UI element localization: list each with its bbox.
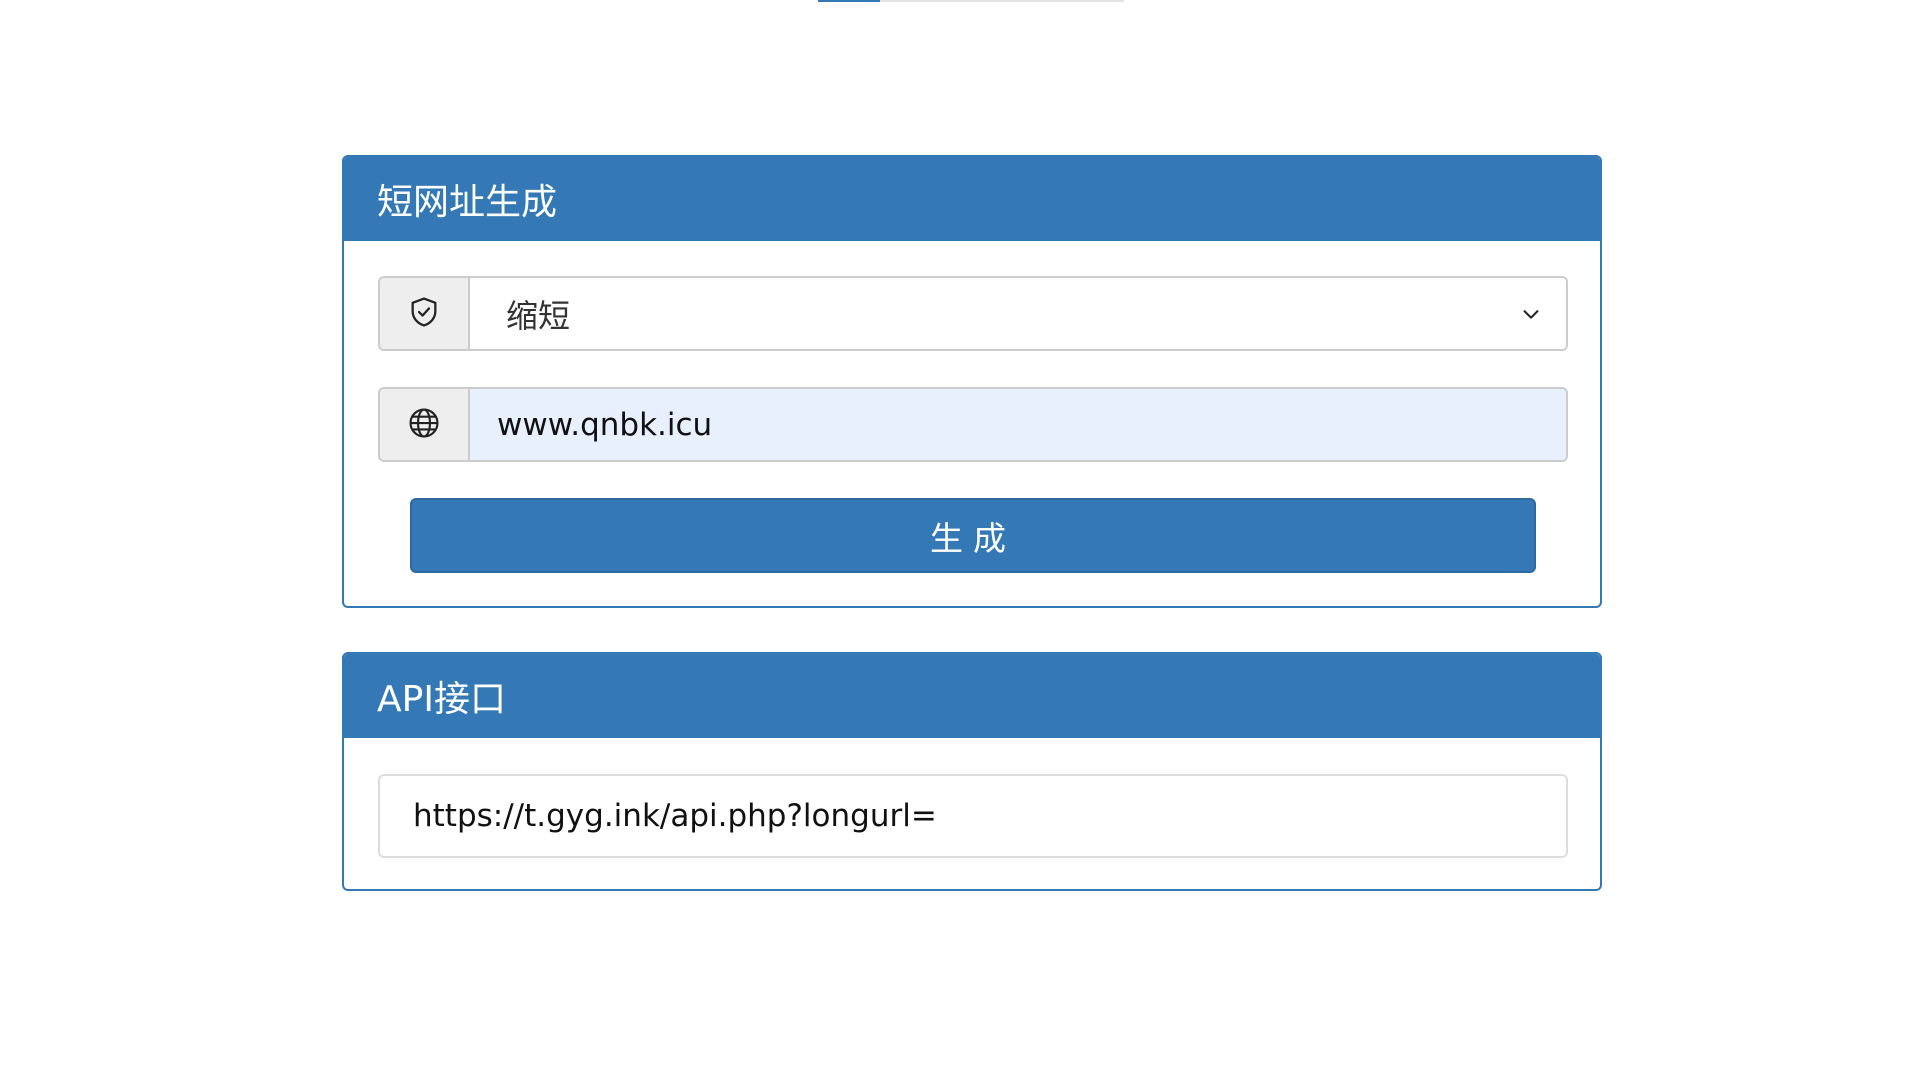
mode-select[interactable]: 缩短 — [470, 278, 1566, 349]
api-panel: API接口 https://t.gyg.ink/api.php?longurl= — [342, 652, 1602, 891]
chevron-down-icon — [1520, 295, 1542, 333]
top-progress-strip — [818, 0, 1124, 2]
shortener-panel-title: 短网址生成 — [344, 157, 1600, 241]
url-addon — [380, 389, 470, 460]
mode-select-group: 缩短 — [378, 276, 1568, 351]
globe-icon — [407, 406, 441, 444]
mode-select-value: 缩短 — [506, 296, 571, 335]
url-input-group: www.qnbk.icu — [378, 387, 1568, 462]
mode-addon — [380, 278, 470, 349]
api-panel-title: API接口 — [344, 654, 1600, 738]
generate-button[interactable]: 生成 — [410, 498, 1536, 573]
top-progress-active — [818, 0, 880, 2]
api-endpoint-field[interactable]: https://t.gyg.ink/api.php?longurl= — [378, 774, 1568, 858]
shortener-panel: 短网址生成 缩短 www.qnbk.icu 生成 — [342, 155, 1602, 608]
shield-check-icon — [407, 295, 441, 333]
long-url-input[interactable]: www.qnbk.icu — [470, 389, 1566, 460]
